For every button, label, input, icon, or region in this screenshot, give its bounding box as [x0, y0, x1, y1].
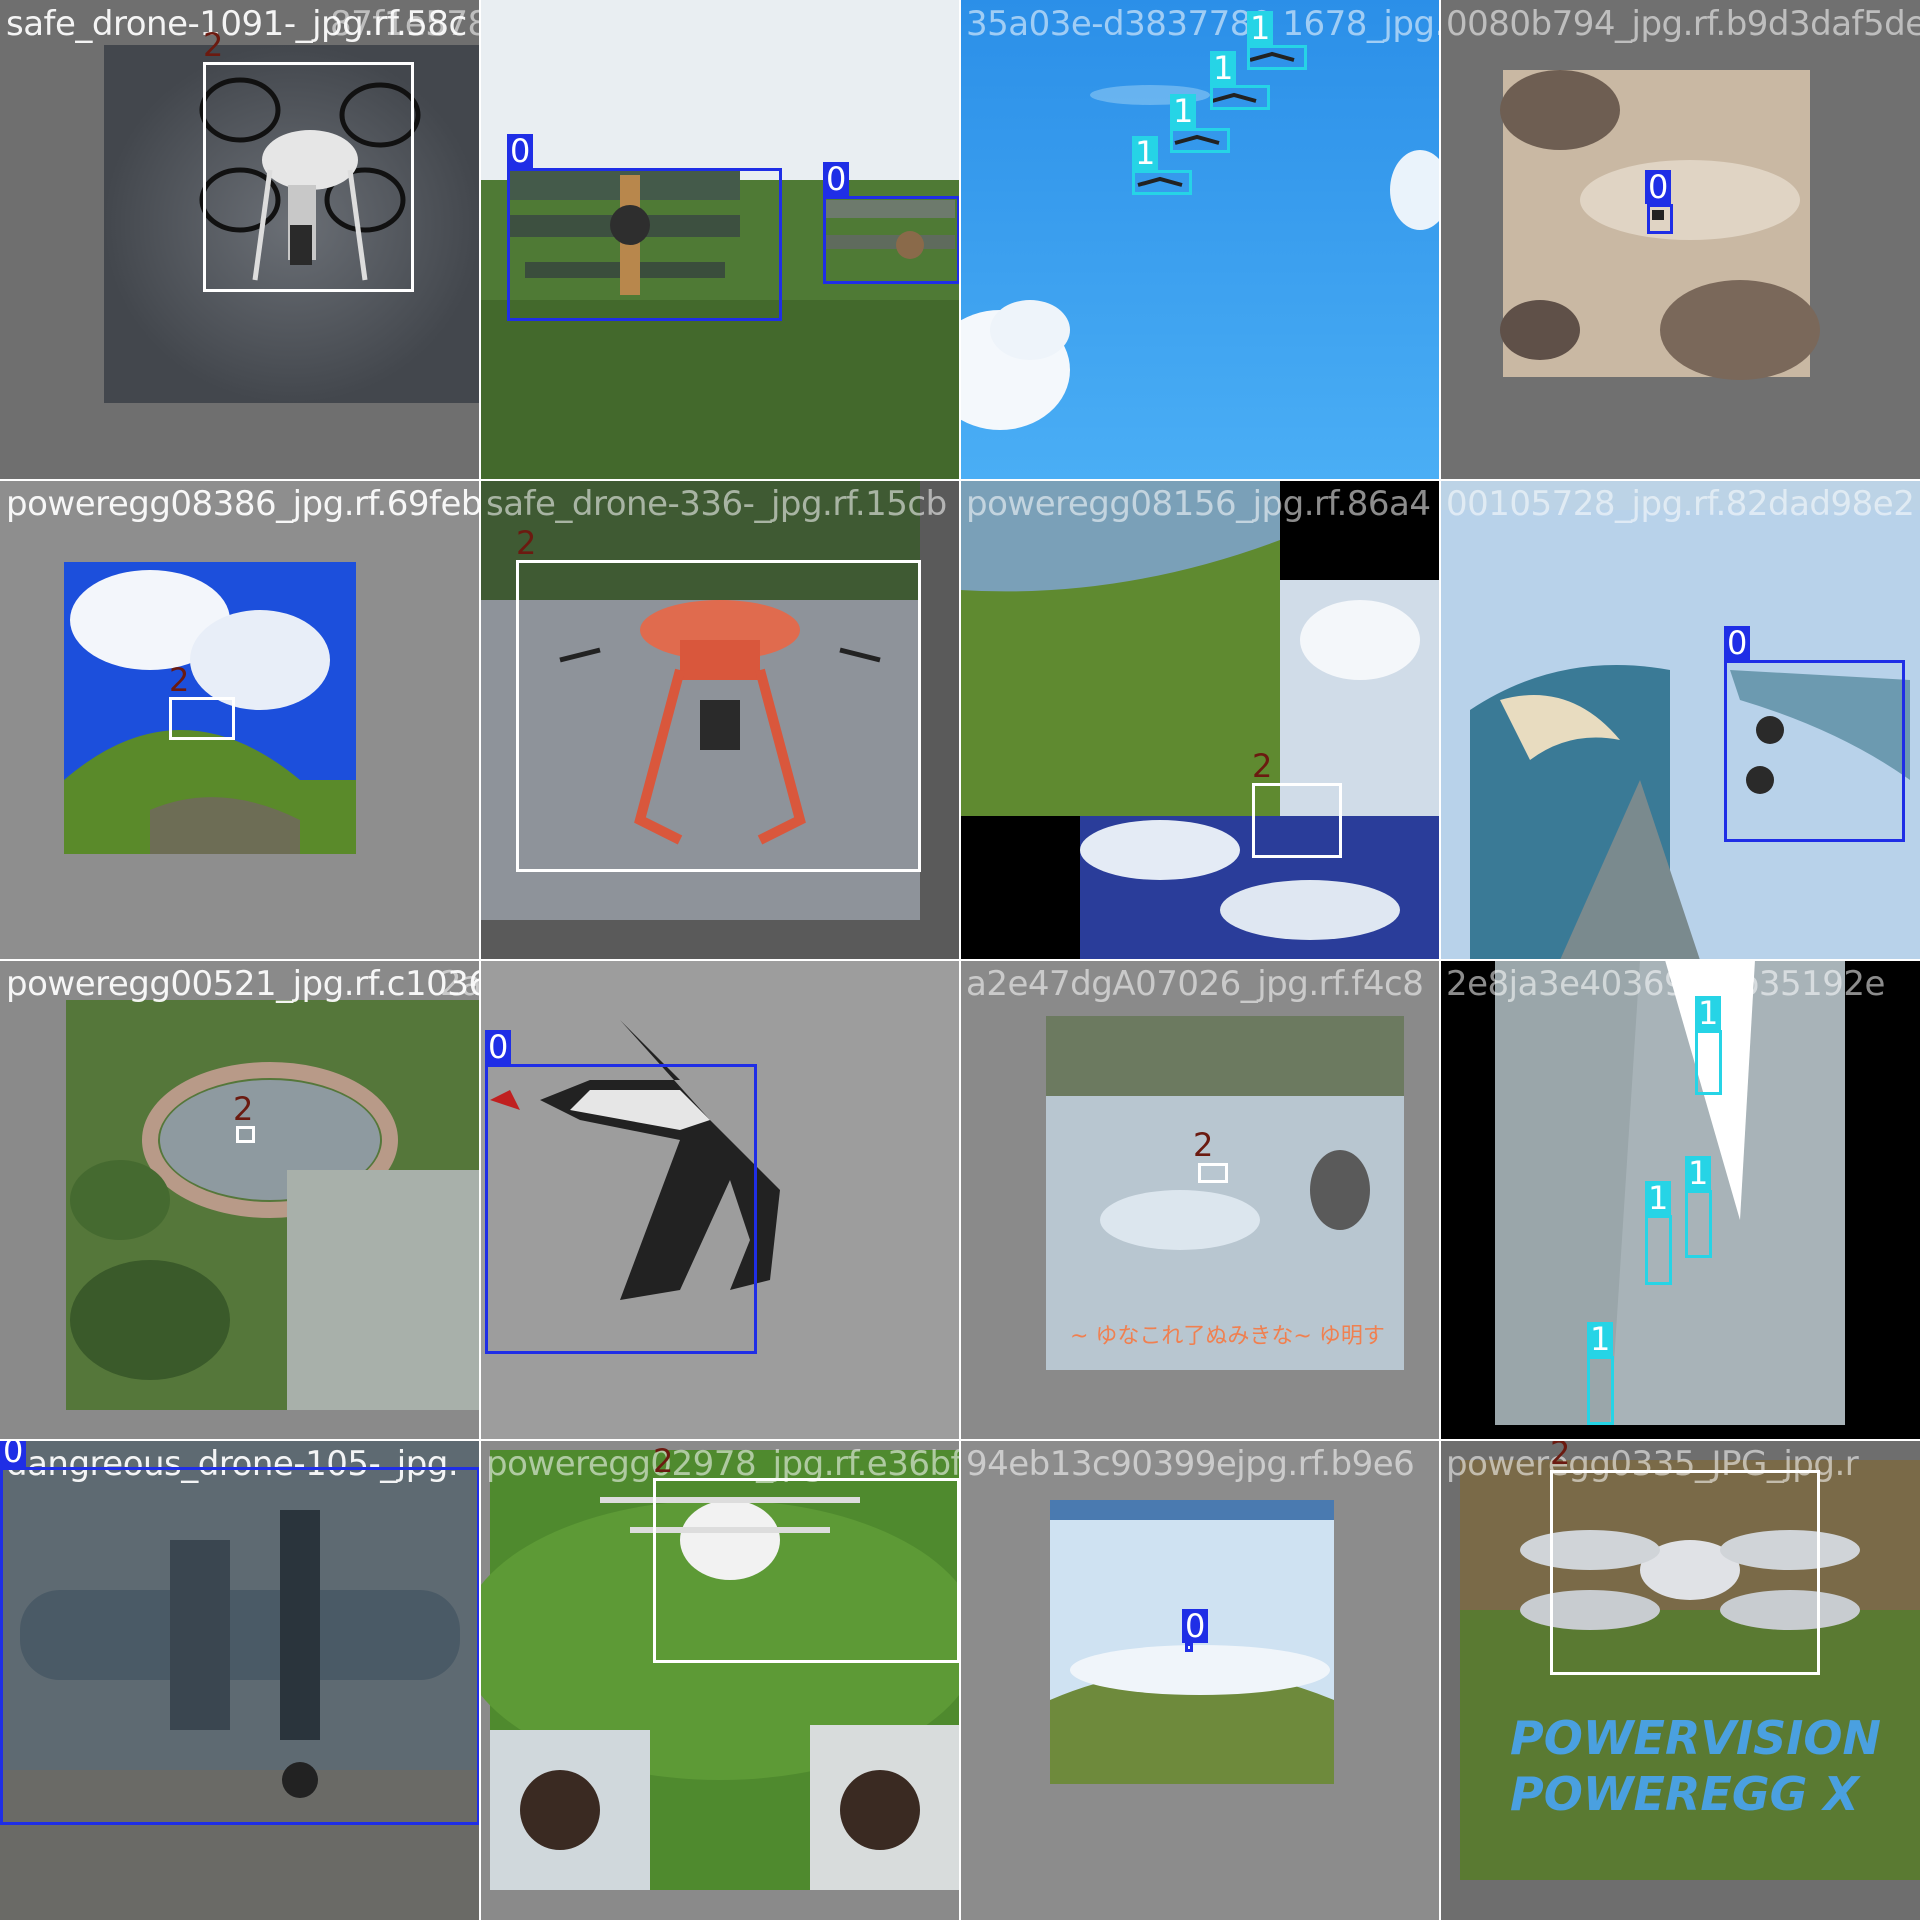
tile-1-class-label-1: 2 [203, 26, 224, 64]
tile-3-bbox-2 [1170, 128, 1230, 153]
tile-6: safe_drone-336-_jpg.rf.15cb 2 [480, 480, 960, 960]
tile-7-bbox-1 [1252, 783, 1342, 858]
tile-11-bbox-1 [1198, 1163, 1228, 1183]
tile-11-caption-text: ~ ゆなこれ了ぬみきな~ ゆ明す [1070, 1324, 1385, 1349]
tile-4: 0080b794_jpg.rf.b9d3daf5de 0 [1440, 0, 1920, 480]
tile-4-filename-overlap: 0080b794_jpg.rf.b9d3daf5de [1446, 4, 1920, 44]
tile-13: dangreous_drone-105-_jpg. 0 [0, 1440, 480, 1920]
tile-8-filename-overlap: 00105728_jpg.rf.82dad98e2 [1446, 484, 1915, 524]
tile-7: poweregg08156_jpg.rf.86a4 2 [960, 480, 1440, 960]
tile-12-bbox-1 [1695, 1030, 1722, 1095]
tile-2: 0 0 [480, 0, 960, 480]
tile-12-class-label-1: 1 [1695, 996, 1722, 1030]
tile-8: 00105728_jpg.rf.82dad98e2 0 [1440, 480, 1920, 960]
tile-3-image [960, 0, 1440, 480]
tile-9-filename: poweregg00521_jpg.rf.c1036 [6, 964, 480, 1004]
grid-line-h1 [0, 479, 1920, 481]
tile-9-filename-overlap: 2a7b1dd3d1ee31_jpg.rf.f7e [440, 964, 480, 1004]
tile-11-image [960, 960, 1440, 1440]
tile-7-image [960, 480, 1440, 960]
tile-6-bbox-1 [516, 560, 921, 872]
tile-9: poweregg00521_jpg.rf.c1036 2a7b1dd3d1ee3… [0, 960, 480, 1440]
tile-6-filename-overlap: safe_drone-336-_jpg.rf.15cb [486, 484, 947, 524]
tile-10: 0 [480, 960, 960, 1440]
tile-9-class-label-1: 2 [233, 1090, 254, 1128]
tile-3-class-label-3: 1 [1210, 51, 1237, 85]
tile-2-class-label-1: 0 [507, 134, 534, 168]
tile-13-class-label-1: 0 [0, 1440, 27, 1468]
tile-12-class-label-3: 1 [1685, 1156, 1712, 1190]
tile-5-bbox-1 [169, 697, 235, 740]
tile-6-class-label-1: 2 [516, 524, 537, 562]
tile-4-image [1440, 0, 1920, 480]
tile-7-filename-overlap: poweregg08156_jpg.rf.86a4 [966, 484, 1431, 524]
mosaic-grid: safe_drone-1091-_jpg.rf.58c 87f1e5786746… [0, 0, 1920, 1920]
grid-line-h3 [0, 1439, 1920, 1441]
tile-1-bbox-1 [203, 62, 414, 292]
tile-12-filename-overlap: 2e8ja3e4036943 b35192e [1446, 964, 1885, 1004]
tile-15-filename-overlap: 94eb13c90399ejpg.rf.b9e6 [966, 1444, 1415, 1484]
tile-10-bbox-1 [485, 1064, 757, 1354]
tile-12-class-label-2: 1 [1645, 1181, 1672, 1215]
tile-3-filename-overlap: 35a03e-d3837780 1678_jpg.rf [966, 4, 1440, 44]
tile-12-bbox-3 [1685, 1190, 1712, 1258]
tile-12-class-label-4: 1 [1587, 1322, 1614, 1356]
tile-10-class-label-1: 0 [485, 1030, 512, 1064]
tile-4-bbox-1 [1647, 204, 1673, 234]
tile-2-class-label-2: 0 [823, 162, 850, 196]
tile-2-bbox-2 [823, 196, 960, 284]
tile-3-class-label-2: 1 [1170, 94, 1197, 128]
tile-15-image [960, 1440, 1440, 1920]
tile-3-bbox-3 [1210, 85, 1270, 110]
tile-16-logo-text: POWERVISION POWEREGG X [1510, 1711, 1881, 1821]
tile-16-class-label-1: 2 [1550, 1440, 1571, 1472]
tile-7-class-label-1: 2 [1252, 747, 1273, 785]
tile-11-class-label-1: 2 [1193, 1126, 1214, 1164]
tile-15-class-label-1: 0 [1182, 1609, 1209, 1643]
tile-12: 2e8ja3e4036943 b35192e 1 1 1 1 [1440, 960, 1920, 1440]
tile-11: a2e47dgA07026_jpg.rf.f4c8 ~ ゆなこれ了ぬみきな~ ゆ… [960, 960, 1440, 1440]
tile-12-bbox-2 [1645, 1215, 1672, 1285]
tile-16-bbox-1 [1550, 1470, 1820, 1675]
tile-1: safe_drone-1091-_jpg.rf.58c 87f1e5786746… [0, 0, 480, 480]
tile-3-class-label-1: 1 [1132, 136, 1159, 170]
tile-8-bbox-1 [1724, 660, 1905, 842]
tile-4-class-label-1: 0 [1645, 170, 1672, 204]
tile-11-filename-overlap: a2e47dgA07026_jpg.rf.f4c8 [966, 964, 1424, 1004]
tile-13-bbox-1 [0, 1467, 480, 1825]
tile-5-filename: poweregg08386_jpg.rf.69feb [6, 484, 480, 524]
tile-1-filename-overlap: 87f1e5786746d17d8_jpg.rf.1 [330, 4, 480, 44]
tile-16: poweregg0335_JPG_jpg.r POWERVISION POWER… [1440, 1440, 1920, 1920]
tile-5-class-label-1: 2 [169, 661, 190, 699]
tile-3-bbox-1 [1132, 170, 1192, 195]
tile-5-image [0, 480, 480, 960]
tile-2-bbox-1 [507, 168, 782, 321]
tile-14-class-label-1: 2 [653, 1442, 674, 1480]
tile-12-bbox-4 [1587, 1356, 1614, 1425]
tile-12-image [1440, 960, 1920, 1440]
grid-line-h2 [0, 959, 1920, 961]
tile-3: 35a03e-d3837780 1678_jpg.rf 1 1 1 1 [960, 0, 1440, 480]
tile-3-bbox-4 [1247, 45, 1307, 70]
tile-14: poweregg02978_jpg.rf.e36bf 2 [480, 1440, 960, 1920]
tile-15: 94eb13c90399ejpg.rf.b9e6 0 [960, 1440, 1440, 1920]
tile-9-bbox-1 [236, 1126, 255, 1143]
tile-3-class-label-4: 1 [1247, 11, 1274, 45]
tile-5: poweregg08386_jpg.rf.69feb 2 [0, 480, 480, 960]
tile-14-bbox-1 [653, 1478, 960, 1663]
tile-9-image [0, 960, 480, 1440]
tile-8-class-label-1: 0 [1724, 626, 1751, 660]
